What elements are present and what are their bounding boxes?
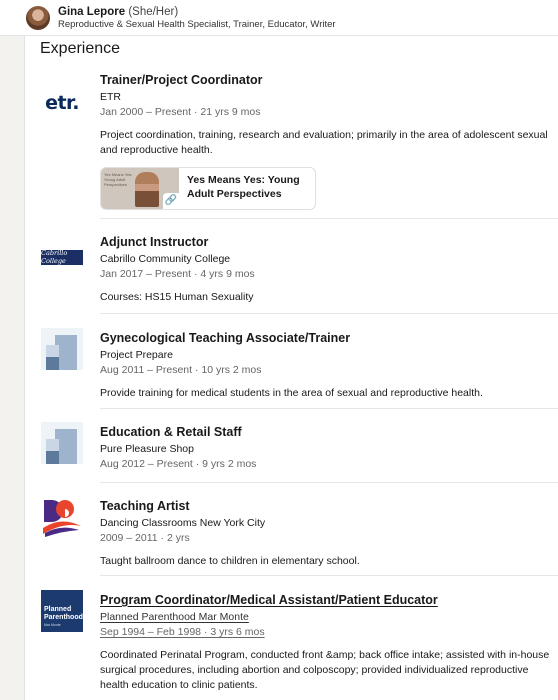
avatar[interactable] — [26, 5, 50, 30]
company-name: Dancing Classrooms New York City — [100, 517, 266, 529]
company-logo-dancing-classrooms[interactable] — [41, 496, 83, 538]
divider — [100, 408, 558, 409]
job-title-link[interactable]: Program Coordinator/Medical Assistant/Pa… — [100, 592, 550, 608]
company-name: Pure Pleasure Shop — [100, 443, 194, 455]
profile-headline: Reproductive & Sexual Health Specialist,… — [58, 18, 336, 30]
job-title: Adjunct Instructor — [100, 235, 209, 249]
job-description: Provide training for medical students in… — [100, 387, 483, 399]
pp-logo-text: Planned Parenthood — [44, 606, 83, 621]
job-title: Teaching Artist — [100, 499, 190, 513]
logo-bar — [46, 357, 59, 370]
job-title: Gynecological Teaching Associate/Trainer — [100, 331, 351, 345]
company-logo-placeholder[interactable] — [41, 328, 83, 370]
job-description: Taught ballroom dance to children in ele… — [100, 555, 360, 567]
job-title: Trainer/Project Coordinator — [100, 73, 263, 87]
profile-name-line: Gina Lepore (She/Her) — [58, 5, 336, 19]
media-attachment[interactable]: Yes Means Yes: Young Adult Perspectives … — [100, 167, 316, 210]
company-name-link[interactable]: Planned Parenthood Mar Monte — [100, 610, 550, 624]
link-icon: 🔗 — [163, 193, 179, 209]
cabrillo-logo-plate: Cabrillo College — [41, 249, 83, 265]
profile-summary: Gina Lepore (She/Her) Reproductive & Sex… — [58, 5, 336, 31]
media-title: Yes Means Yes: Young Adult Perspectives — [187, 174, 300, 200]
job-description: Coordinated Perinatal Program, conducted… — [100, 649, 550, 691]
company-logo-placeholder[interactable] — [41, 422, 83, 464]
media-thumbnail-text: Yes Means Yes: Young Adult Perspectives — [104, 172, 133, 187]
experience-section: Experience etr. Trainer/Project Coordina… — [24, 36, 558, 700]
profile-sticky-header: Gina Lepore (She/Her) Reproductive & Sex… — [0, 0, 558, 36]
divider — [100, 313, 558, 314]
company-name: ETR — [100, 91, 121, 103]
job-description: Courses: HS15 Human Sexuality — [100, 291, 254, 303]
company-name: Project Prepare — [100, 349, 173, 361]
profile-pronouns: (She/Her) — [128, 5, 179, 18]
company-logo-etr[interactable]: etr. — [41, 82, 83, 124]
profile-name[interactable]: Gina Lepore — [58, 6, 125, 18]
media-thumbnail: Yes Means Yes: Young Adult Perspectives … — [101, 168, 179, 209]
date-range: Aug 2012 – Present · 9 yrs 2 mos — [100, 458, 257, 470]
date-range-link[interactable]: Sep 1994 – Feb 1998 · 3 yrs 6 mos — [100, 625, 550, 639]
speaker-photo — [135, 172, 159, 207]
logo-bar — [46, 451, 59, 464]
company-logo-cabrillo[interactable]: Cabrillo College — [41, 236, 83, 278]
date-range: Jan 2000 – Present · 21 yrs 9 mos — [100, 106, 261, 118]
divider — [100, 482, 558, 483]
job-description: Project coordination, training, research… — [100, 129, 548, 156]
date-range: 2009 – 2011 · 2 yrs — [100, 532, 190, 544]
company-name: Cabrillo Community College — [100, 253, 231, 265]
section-title: Experience — [40, 40, 121, 57]
date-range: Aug 2011 – Present · 10 yrs 2 mos — [100, 364, 262, 376]
date-range: Jan 2017 – Present · 4 yrs 9 mos — [100, 268, 255, 280]
divider — [100, 575, 558, 576]
pp-logo-subtext: Mar Monte — [44, 623, 61, 627]
divider — [100, 218, 558, 219]
job-title: Education & Retail Staff — [100, 425, 242, 439]
company-logo-planned-parenthood[interactable]: Planned Parenthood Mar Monte — [41, 590, 83, 632]
dancing-classrooms-logo-icon — [43, 500, 81, 537]
